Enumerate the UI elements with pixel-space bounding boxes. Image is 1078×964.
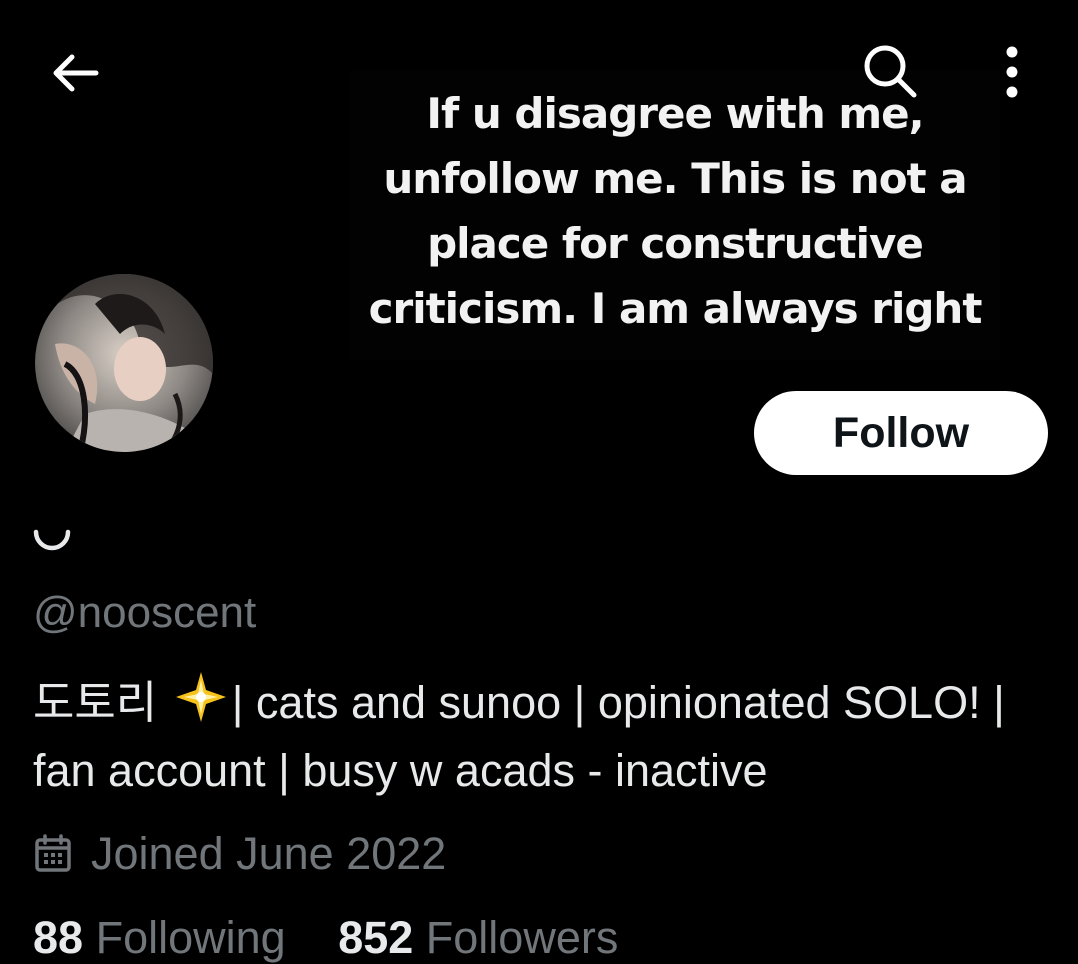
followers-link[interactable]: 852 Followers [338,912,618,963]
banner-image: If u disagree with me, unfollow me. This… [350,70,1000,360]
avatar-photo [35,274,213,452]
calendar-icon [35,834,71,872]
following-count: 88 [33,912,84,963]
follow-button[interactable]: Follow [754,391,1048,475]
loading-spinner-icon [33,529,71,551]
more-vertical-icon [1006,46,1018,98]
following-link[interactable]: 88 Following [33,912,298,963]
sparkle-star-icon [174,670,228,740]
profile-handle: @nooscent [33,588,257,637]
avatar[interactable] [33,272,215,454]
search-icon [864,45,917,98]
more-options-button[interactable] [980,36,1044,108]
back-arrow-icon [53,54,99,92]
followers-label: Followers [425,912,619,963]
profile-bio: 도토리 | cats and sunoo | opinionated SOLO!… [33,670,1043,802]
followers-count: 852 [338,912,414,963]
follow-stats: 88 Following 852 Followers [33,912,618,964]
joined-date: Joined June 2022 [33,828,446,880]
back-button[interactable] [40,40,110,106]
joined-label: Joined June 2022 [91,828,447,879]
banner-caption: If u disagree with me, unfollow me. This… [368,89,983,333]
following-label: Following [95,912,286,963]
search-button[interactable] [852,36,928,106]
bio-korean-text: 도토리 [33,677,158,728]
